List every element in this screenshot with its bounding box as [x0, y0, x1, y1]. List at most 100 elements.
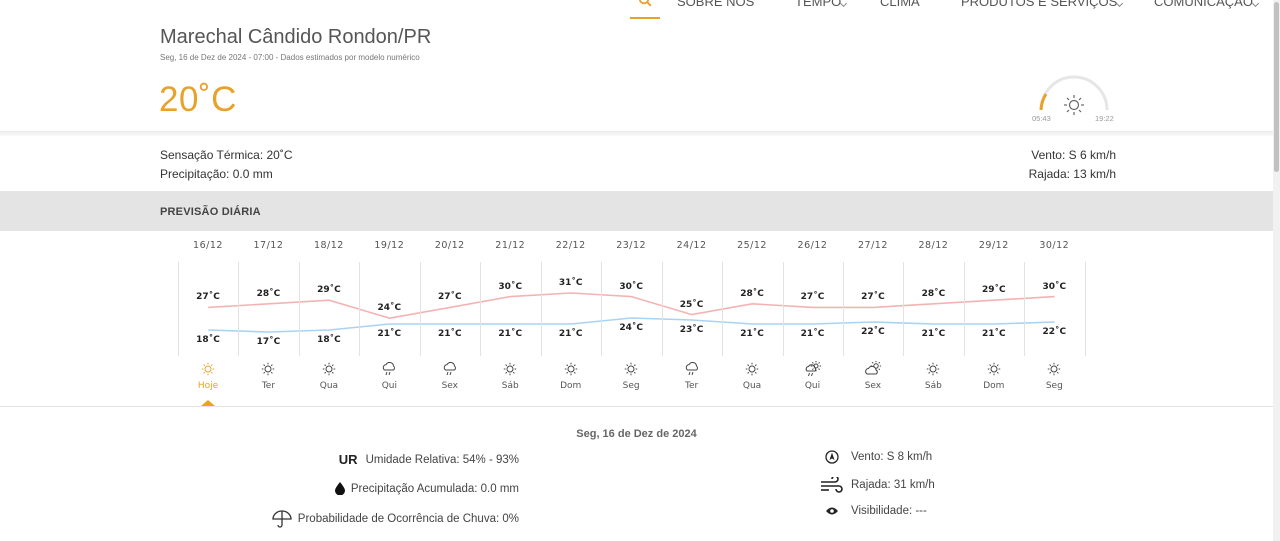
sun-path-gauge: 05:43 19:22 [1032, 75, 1114, 123]
day-weather-button[interactable] [541, 361, 601, 377]
day-weather-button[interactable] [420, 361, 480, 377]
day-date: 22/12 [555, 240, 586, 251]
day-name[interactable]: Sáb [903, 381, 963, 391]
day-date: 26/12 [797, 240, 828, 251]
day-name[interactable]: Qui [783, 381, 843, 391]
day-name[interactable]: Hoje [178, 381, 238, 391]
day-weather-button[interactable] [783, 361, 843, 377]
day-max-temp: 24˚C [377, 303, 402, 314]
current-conditions-left: Sensação Térmica: 20˚C Precipitação: 0.0… [160, 146, 293, 184]
day-date: 27/12 [857, 240, 888, 251]
day-name[interactable]: Seg [601, 381, 661, 391]
column-separator [903, 262, 905, 356]
day-name[interactable]: Dom [541, 381, 601, 391]
scrollbar[interactable] [1273, 0, 1280, 541]
day-weather-button[interactable] [238, 361, 298, 377]
day-weather-button[interactable] [1024, 361, 1084, 377]
rain-prob-row: Probabilidade de Ocorrência de Chuva: 0% [272, 510, 519, 528]
nav-item-label: TEMPO [795, 0, 842, 9]
feels-like: Sensação Térmica: 20˚C [160, 148, 293, 162]
day-min-temp: 22˚C [1042, 327, 1067, 337]
day-date: 19/12 [374, 240, 405, 251]
day-name[interactable]: Ter [662, 381, 722, 391]
wind-detail-value: Vento: S 8 km/h [851, 451, 933, 463]
current-conditions-right: Vento: S 6 km/h Rajada: 13 km/h [1029, 146, 1116, 184]
rain-icon [383, 361, 396, 376]
humidity-value: Umidade Relativa: 54% - 93% [365, 453, 519, 466]
day-weather-button[interactable] [662, 361, 722, 377]
day-name[interactable]: Qui [359, 381, 419, 391]
column-separator [1024, 262, 1026, 356]
day-weather-button[interactable] [299, 361, 359, 377]
day-min-temp: 21˚C [982, 329, 1006, 339]
day-min-temp: 22˚C [861, 327, 885, 337]
day-min-temp: 18˚C [196, 335, 220, 345]
nav-item-comunica-o[interactable]: COMUNICAÇÃO [1154, 0, 1259, 9]
day-max-temp: 30˚C [1042, 281, 1067, 292]
forecast-timestamp: Seg, 16 de Dez de 2024 - 07:00 - Dados e… [160, 53, 420, 62]
day-min-temp: 21˚C [498, 329, 523, 339]
city-name: Marechal Cândido Rondon/PR [160, 26, 432, 48]
day-max-temp: 27˚C [861, 292, 885, 303]
day-name[interactable]: Sex [420, 381, 480, 391]
day-date: 20/12 [434, 240, 465, 251]
rain-icon [685, 361, 698, 376]
day-weather-button[interactable] [178, 361, 238, 377]
sun-icon [262, 362, 275, 376]
day-weather-button[interactable] [964, 361, 1024, 377]
day-name[interactable]: Sáb [480, 381, 540, 391]
day-name[interactable]: Seg [1024, 381, 1084, 391]
column-separator [480, 262, 482, 356]
day-date: 18/12 [313, 240, 344, 251]
nav-item-clima[interactable]: CLIMA [880, 0, 920, 9]
drop-icon [334, 482, 345, 495]
sun-icon [201, 362, 215, 376]
sunset-time: 19:22 [1095, 114, 1114, 123]
sun-icon [1064, 95, 1084, 115]
humidity-row: UR Umidade Relativa: 54% - 93% [339, 452, 519, 467]
column-separator [782, 262, 784, 356]
visibility-value: Visibilidade: --- [851, 505, 927, 517]
nav-item-tempo[interactable]: TEMPO [795, 0, 848, 9]
day-max-temp: 29˚C [982, 285, 1006, 296]
day-date: 21/12 [495, 240, 526, 251]
day-date: 28/12 [918, 240, 949, 251]
day-weather-button[interactable] [601, 361, 661, 377]
day-max-temp: 27˚C [437, 292, 462, 303]
scrollbar-thumb[interactable] [1274, 2, 1279, 172]
daily-forecast: 16/12 27˚C 18˚C Hoje 17/12 28˚C 17˚C Ter 18/12 29… [178, 234, 1086, 406]
day-max-temp: 25˚C [679, 299, 704, 310]
day-weather-button[interactable] [722, 361, 782, 377]
sun-icon [322, 362, 336, 376]
search-icon [638, 0, 652, 7]
section-header: PREVISÃO DIÁRIA [0, 191, 1273, 231]
day-weather-button[interactable] [903, 361, 963, 377]
sun-cloud-icon [865, 361, 881, 375]
current-temperature: 20˚C [159, 80, 237, 119]
nav-item-produtos-e-servi-os[interactable]: PRODUTOS E SERVIÇOS [961, 0, 1124, 9]
day-weather-button[interactable] [359, 361, 419, 377]
search-button[interactable] [630, 0, 660, 19]
column-separator [540, 262, 542, 356]
nav-item-sobre-n-s[interactable]: SOBRE NÓS [677, 0, 754, 9]
day-date: 29/12 [978, 240, 1009, 251]
day-name[interactable]: Ter [238, 381, 298, 391]
column-edge [1084, 262, 1086, 356]
day-name[interactable]: Qua [722, 381, 782, 391]
day-min-temp: 21˚C [800, 329, 825, 339]
sun-icon [504, 362, 517, 376]
day-max-temp: 28˚C [740, 288, 764, 299]
day-min-temp: 23˚C [679, 325, 704, 335]
day-name[interactable]: Dom [964, 381, 1024, 391]
sun-icon [927, 362, 940, 376]
forecast-divider [0, 406, 1273, 407]
eye-icon [826, 507, 838, 515]
nav-item-label: COMUNICAÇÃO [1154, 0, 1253, 9]
day-name[interactable]: Qua [299, 381, 359, 391]
day-weather-button[interactable] [843, 361, 903, 377]
day-weather-button[interactable] [480, 361, 540, 377]
day-name[interactable]: Sex [843, 381, 903, 391]
accum-precip-row: Precipitação Acumulada: 0.0 mm [334, 482, 519, 495]
rain-icon [443, 361, 456, 376]
column-separator [601, 262, 603, 356]
